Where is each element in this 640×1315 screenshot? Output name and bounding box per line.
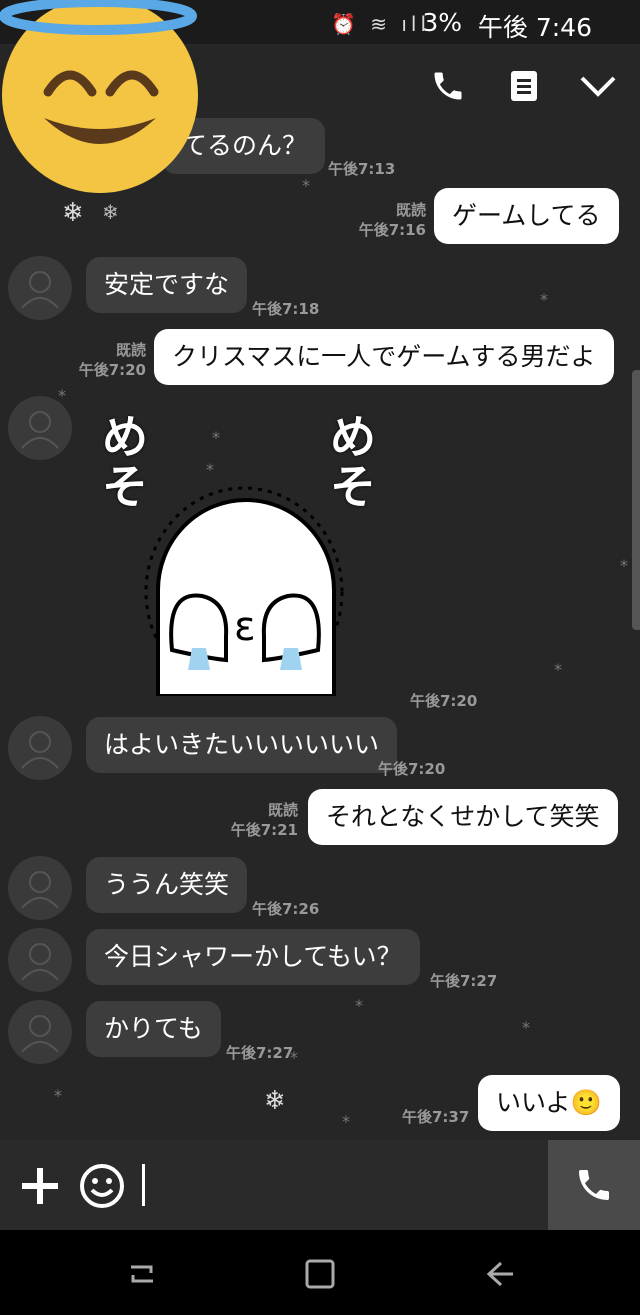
avatar[interactable]	[8, 856, 72, 920]
sticker[interactable]: めそ めそ ε	[96, 404, 396, 696]
avatar[interactable]	[8, 1000, 72, 1064]
message-time: 午後7:21	[230, 821, 298, 839]
snowflake-icon: *	[620, 556, 628, 575]
message-time: 午後7:18	[252, 300, 320, 318]
user-silhouette-icon	[21, 411, 59, 449]
incoming-message-bubble[interactable]: かりても	[86, 1001, 221, 1057]
menu-toggle-button[interactable]	[576, 64, 620, 108]
scrollbar[interactable]	[632, 370, 640, 630]
plus-icon	[22, 1168, 58, 1204]
snowflake-icon: *	[54, 1086, 62, 1105]
home-button[interactable]	[300, 1254, 340, 1294]
snowflake-icon: ❄	[62, 198, 84, 228]
read-receipt: 既読 午後7:16	[356, 200, 426, 240]
message-time: 午後7:20	[378, 760, 446, 778]
user-silhouette-icon	[21, 943, 59, 981]
incoming-message-bubble[interactable]: 今日シャワーかしてもい？	[86, 929, 420, 985]
phone-icon	[579, 1170, 609, 1200]
snowflake-icon: *	[522, 1018, 530, 1037]
phone-icon	[434, 72, 462, 100]
message-time: 午後7:13	[328, 160, 396, 178]
user-silhouette-icon	[21, 731, 59, 769]
incoming-message-bubble[interactable]: 安定ですな	[86, 257, 248, 313]
outgoing-message-bubble[interactable]: ゲームしてる	[434, 188, 619, 244]
emoji-button[interactable]	[78, 1162, 126, 1210]
outgoing-message-bubble[interactable]: クリスマスに一人でゲームする男だよ	[154, 329, 614, 385]
status-time-text: 午後 7:46	[477, 13, 592, 42]
back-button[interactable]	[480, 1254, 520, 1294]
system-nav-bar	[0, 1230, 640, 1315]
message-input-bar	[0, 1140, 640, 1230]
recent-apps-button[interactable]	[122, 1254, 162, 1294]
incoming-message-bubble[interactable]: ううん笑笑	[86, 857, 248, 913]
read-label: 既読	[395, 201, 426, 219]
avatar[interactable]	[8, 256, 72, 320]
user-silhouette-icon	[21, 871, 59, 909]
snowflake-icon: *	[302, 176, 310, 195]
message-text: いいよ	[496, 1088, 571, 1117]
message-input[interactable]	[142, 1164, 145, 1206]
snowflake-icon: *	[342, 1112, 350, 1131]
chevron-down-icon	[580, 76, 616, 97]
message-time: 午後7:20	[78, 361, 146, 379]
read-label: 既読	[267, 801, 298, 819]
recent-apps-icon	[131, 1265, 153, 1283]
incoming-message-bubble[interactable]: はよいきたいいいいいい	[86, 717, 398, 773]
note-icon	[511, 71, 537, 101]
read-receipt: 既読 午後7:20	[76, 340, 146, 380]
user-silhouette-icon	[21, 271, 59, 309]
outgoing-message-bubble[interactable]: それとなくせかして笑笑	[308, 789, 618, 845]
snowflake-icon: *	[355, 996, 363, 1015]
message-time: 午後7:26	[252, 900, 320, 918]
status-battery: 3%	[422, 8, 462, 37]
snowflake-icon: ❄	[264, 1086, 286, 1116]
read-label: 既読	[115, 341, 146, 359]
input-call-button[interactable]	[548, 1140, 640, 1230]
smiling-face-emoji: 🙂	[570, 1088, 602, 1117]
snowflake-icon: *	[540, 290, 548, 309]
status-icons: ⏰ ≋ ıll	[330, 12, 430, 36]
crying-character-icon: ε	[144, 486, 344, 696]
status-time: 午後 7:46	[478, 8, 592, 44]
plus-button[interactable]	[18, 1164, 62, 1208]
avatar[interactable]	[8, 396, 72, 460]
read-receipt: 既読 午後7:21	[228, 800, 298, 840]
avatar[interactable]	[8, 716, 72, 780]
call-button[interactable]	[426, 64, 470, 108]
smiley-icon	[80, 1164, 124, 1208]
user-silhouette-icon	[21, 1015, 59, 1053]
notes-button[interactable]	[502, 64, 546, 108]
sticker-face: ε	[234, 604, 256, 650]
snowflake-icon: *	[554, 660, 562, 679]
message-time: 午後7:27	[430, 972, 498, 990]
angel-emoji-overlay	[0, 0, 198, 193]
outgoing-message-bubble[interactable]: いいよ🙂	[478, 1075, 620, 1131]
message-time: 午後7:20	[410, 692, 478, 710]
avatar[interactable]	[8, 928, 72, 992]
message-time: 午後7:37	[402, 1108, 470, 1126]
message-time: 午後7:16	[358, 221, 426, 239]
home-icon	[305, 1259, 335, 1289]
message-time: 午後7:27	[226, 1044, 294, 1062]
back-icon	[486, 1261, 513, 1287]
snowflake-icon: ❄	[102, 200, 119, 224]
